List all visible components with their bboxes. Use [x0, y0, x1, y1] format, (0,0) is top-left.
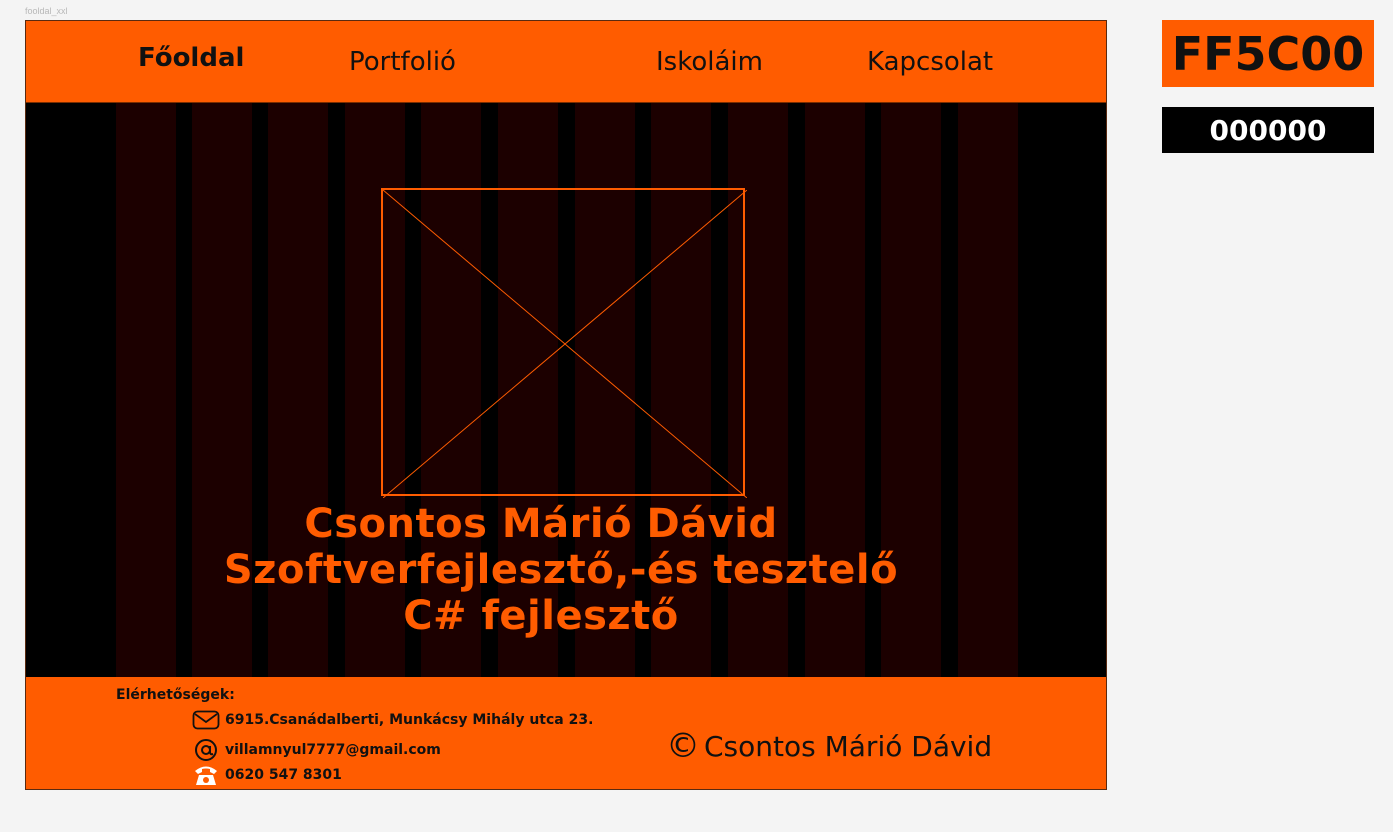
nav-item-iskolaim[interactable]: Iskoláim: [656, 47, 763, 77]
contact-address: 6915.Csanádalberti, Munkácsy Mihály utca…: [191, 708, 593, 732]
nav-item-kapcsolat[interactable]: Kapcsolat: [867, 47, 993, 77]
contact-email[interactable]: villamnyul7777@gmail.com: [191, 738, 441, 762]
contact-email-text[interactable]: villamnyul7777@gmail.com: [225, 742, 441, 758]
hero-text: Csontos Márió Dávid Szoftverfejlesztő,-é…: [26, 501, 1106, 639]
navbar: Főoldal Portfolió Iskoláim Kapcsolat: [26, 21, 1106, 103]
frame-label: fooldal_xxl: [25, 6, 68, 16]
nav-item-portfolio[interactable]: Portfolió: [349, 47, 456, 77]
hero-name: Csontos Márió Dávid: [304, 501, 778, 547]
contact-address-text: 6915.Csanádalberti, Munkácsy Mihály utca…: [225, 712, 594, 728]
copyright-icon: ©: [666, 726, 700, 766]
nav-item-fooldal[interactable]: Főoldal: [138, 43, 244, 73]
color-swatch-secondary: 000000: [1162, 107, 1374, 153]
image-placeholder-icon: [381, 188, 747, 498]
envelope-icon: [191, 708, 221, 732]
at-sign-icon: [191, 738, 221, 762]
color-swatch-primary: FF5C00: [1162, 20, 1374, 87]
page-frame: Főoldal Portfolió Iskoláim Kapcsolat Cso…: [25, 20, 1107, 790]
hero-specialty: C# fejlesztő: [403, 593, 679, 639]
copyright: © Csontos Márió Dávid: [666, 729, 992, 763]
contacts-heading: Elérhetőségek:: [116, 687, 235, 703]
telephone-icon: [191, 763, 221, 787]
hero-role: Szoftverfejlesztő,-és tesztelő: [223, 547, 899, 593]
contact-phone-text[interactable]: 0620 547 8301: [225, 767, 342, 783]
contact-phone[interactable]: 0620 547 8301: [191, 763, 342, 787]
footer: Elérhetőségek: 6915.Csanádalberti, Munká…: [26, 677, 1106, 789]
copyright-text: Csontos Márió Dávid: [704, 729, 993, 763]
